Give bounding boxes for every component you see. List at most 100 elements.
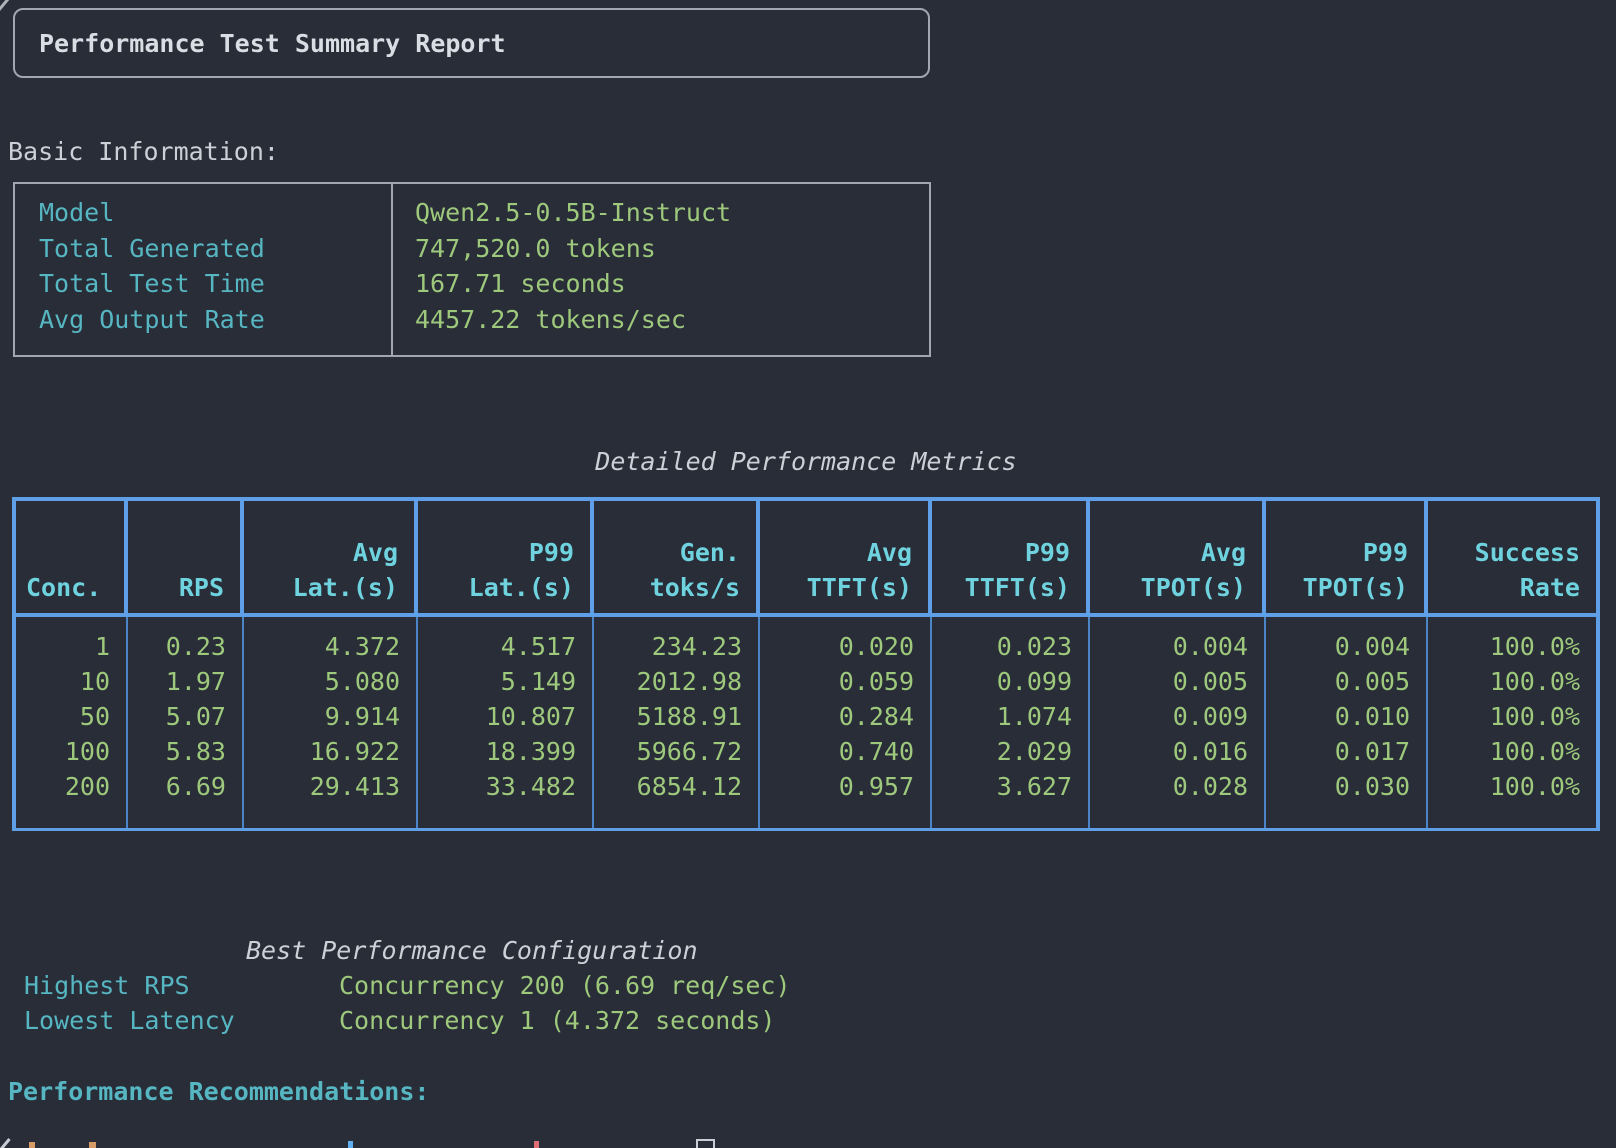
- clipped-glyph-fragment: [534, 1141, 539, 1148]
- metrics-value: 2012.98: [594, 664, 742, 699]
- metrics-value: 10.807: [418, 699, 576, 734]
- metrics-value: 5188.91: [594, 699, 742, 734]
- metrics-column-header: P99 TTFT(s): [932, 501, 1090, 613]
- metrics-column-header: P99 TPOT(s): [1266, 501, 1428, 613]
- best-config-label: Highest RPS: [24, 968, 190, 1003]
- best-config-value: Concurrency 200 (6.69 req/sec): [339, 968, 791, 1003]
- metrics-column: 0.0040.0050.0090.0160.028: [1090, 617, 1266, 828]
- metrics-value: 10: [16, 664, 110, 699]
- metrics-value: 2.029: [932, 734, 1072, 769]
- metrics-value: 0.740: [760, 734, 914, 769]
- metrics-value: 0.004: [1266, 629, 1410, 664]
- metrics-value: 100.0%: [1428, 664, 1580, 699]
- basic-info-value: Qwen2.5-0.5B-Instruct: [415, 195, 929, 231]
- metrics-column: 100.0%100.0%100.0%100.0%100.0%: [1428, 617, 1596, 828]
- metrics-value: 6854.12: [594, 769, 742, 804]
- metrics-value: 0.016: [1090, 734, 1248, 769]
- metrics-value: 100.0%: [1428, 769, 1580, 804]
- basic-info-value: 747,520.0 tokens: [415, 231, 929, 267]
- metrics-value: 33.482: [418, 769, 576, 804]
- metrics-column: 0.0230.0991.0742.0293.627: [932, 617, 1090, 828]
- metrics-value: 100.0%: [1428, 699, 1580, 734]
- metrics-value: 0.059: [760, 664, 914, 699]
- metrics-column: 4.3725.0809.91416.92229.413: [244, 617, 418, 828]
- metrics-value: 0.005: [1266, 664, 1410, 699]
- metrics-value: 100: [16, 734, 110, 769]
- metrics-value: 0.023: [932, 629, 1072, 664]
- basic-info-label: Total Generated: [39, 231, 391, 267]
- metrics-value: 100.0%: [1428, 629, 1580, 664]
- report-title-panel: Performance Test Summary Report: [13, 8, 930, 78]
- metrics-column-header: Avg TTFT(s): [760, 501, 932, 613]
- basic-info-panel: ModelTotal GeneratedTotal Test TimeAvg O…: [13, 182, 931, 357]
- recommendations-heading: Performance Recommendations:: [8, 1074, 429, 1109]
- metrics-column: 4.5175.14910.80718.39933.482: [418, 617, 594, 828]
- clipped-glyph-fragment: [29, 1142, 35, 1148]
- best-config-title: Best Performance Configuration: [246, 933, 698, 968]
- metrics-column-header: Avg Lat.(s): [244, 501, 418, 613]
- best-config-value: Concurrency 1 (4.372 seconds): [339, 1003, 776, 1038]
- metrics-value: 50: [16, 699, 110, 734]
- metrics-value: 5.149: [418, 664, 576, 699]
- metrics-value: 0.957: [760, 769, 914, 804]
- metrics-value: 100.0%: [1428, 734, 1580, 769]
- metrics-value: 1.97: [128, 664, 226, 699]
- recommendation-item: •The system seems not to have reached it…: [8, 1109, 1424, 1148]
- basic-info-label: Avg Output Rate: [39, 302, 391, 338]
- metrics-column-header: Conc.: [16, 501, 128, 613]
- metrics-value: 0.030: [1266, 769, 1410, 804]
- basic-info-heading: Basic Information:: [8, 134, 279, 169]
- clipped-glyph-fragment: [348, 1141, 353, 1148]
- metrics-value: 0.028: [1090, 769, 1248, 804]
- metrics-value: 0.099: [932, 664, 1072, 699]
- metrics-value: 0.284: [760, 699, 914, 734]
- metrics-value: 4.372: [244, 629, 400, 664]
- best-config-row-lowest-latency: Lowest Latency Concurrency 1 (4.372 seco…: [0, 1003, 1616, 1038]
- basic-info-labels-column: ModelTotal GeneratedTotal Test TimeAvg O…: [15, 184, 391, 355]
- metrics-value: 234.23: [594, 629, 742, 664]
- metrics-column: 0.0200.0590.2840.7400.957: [760, 617, 932, 828]
- best-config-row-highest-rps: Highest RPS Concurrency 200 (6.69 req/se…: [0, 968, 1616, 1003]
- metrics-column-header: Avg TPOT(s): [1090, 501, 1266, 613]
- report-title: Performance Test Summary Report: [39, 29, 506, 58]
- basic-info-value: 4457.22 tokens/sec: [415, 302, 929, 338]
- metrics-value: 3.627: [932, 769, 1072, 804]
- best-config-label: Lowest Latency: [24, 1003, 235, 1038]
- metrics-value: 5.080: [244, 664, 400, 699]
- metrics-value: 16.922: [244, 734, 400, 769]
- metrics-column: 11050100200: [16, 617, 128, 828]
- metrics-value: 5966.72: [594, 734, 742, 769]
- metrics-value: 1: [16, 629, 110, 664]
- basic-info-value: 167.71 seconds: [415, 266, 929, 302]
- corner-artifact: [0, 0, 9, 11]
- metrics-column: 0.231.975.075.836.69: [128, 617, 244, 828]
- metrics-table-title: Detailed Performance Metrics: [12, 444, 1600, 479]
- basic-info-values-column: Qwen2.5-0.5B-Instruct747,520.0 tokens167…: [391, 184, 929, 355]
- metrics-value: 5.83: [128, 734, 226, 769]
- metrics-value: 0.017: [1266, 734, 1410, 769]
- metrics-column-header: Gen. toks/s: [594, 501, 760, 613]
- metrics-column: 0.0040.0050.0100.0170.030: [1266, 617, 1428, 828]
- metrics-body: 110501002000.231.975.075.836.694.3725.08…: [16, 617, 1596, 828]
- metrics-value: 9.914: [244, 699, 400, 734]
- metrics-value: 4.517: [418, 629, 576, 664]
- metrics-value: 0.020: [760, 629, 914, 664]
- metrics-value: 5.07: [128, 699, 226, 734]
- metrics-column-header: RPS: [128, 501, 244, 613]
- metrics-column: 234.232012.985188.915966.726854.12: [594, 617, 760, 828]
- metrics-value: 0.005: [1090, 664, 1248, 699]
- metrics-value: 18.399: [418, 734, 576, 769]
- metrics-value: 0.23: [128, 629, 226, 664]
- metrics-value: 29.413: [244, 769, 400, 804]
- metrics-value: 0.010: [1266, 699, 1410, 734]
- terminal-screen: Performance Test Summary Report Basic In…: [0, 0, 1616, 1148]
- clipped-glyph-fragment: [696, 1139, 715, 1148]
- metrics-value: 0.004: [1090, 629, 1248, 664]
- metrics-value: 200: [16, 769, 110, 804]
- clipped-glyph-fragment: [89, 1142, 96, 1148]
- metrics-column-header: Success Rate: [1428, 501, 1596, 613]
- metrics-value: 1.074: [932, 699, 1072, 734]
- metrics-table: Conc.RPSAvg Lat.(s)P99 Lat.(s)Gen. toks/…: [12, 497, 1600, 831]
- metrics-value: 6.69: [128, 769, 226, 804]
- basic-info-label: Model: [39, 195, 391, 231]
